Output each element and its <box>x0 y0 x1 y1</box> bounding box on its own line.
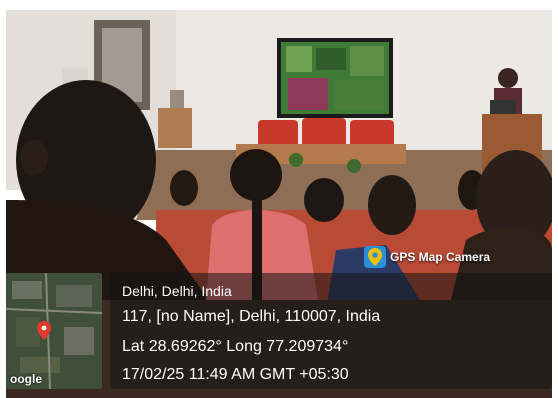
location-title: Delhi, Delhi, India <box>122 283 232 299</box>
photo-frame: GPS Map Camera oogle Delhi, Delhi, India… <box>0 0 558 398</box>
speaker <box>498 68 518 88</box>
side-table <box>158 108 192 148</box>
app-badge: GPS Map Camera <box>364 246 490 268</box>
timestamp-text: 17/02/25 11:49 AM GMT +05:30 <box>122 366 349 383</box>
address-text: 117, [no Name], Delhi, 110007, India <box>122 308 381 325</box>
geotag-panel: Delhi, Delhi, India 117, [no Name], Delh… <box>110 273 552 389</box>
map-pin-icon <box>364 246 386 268</box>
map-thumbnail: oogle <box>6 273 102 389</box>
coordinates-text: Lat 28.69262° Long 77.209734° <box>122 338 349 355</box>
map-attribution: oogle <box>10 372 42 386</box>
app-badge-label: GPS Map Camera <box>390 250 491 264</box>
